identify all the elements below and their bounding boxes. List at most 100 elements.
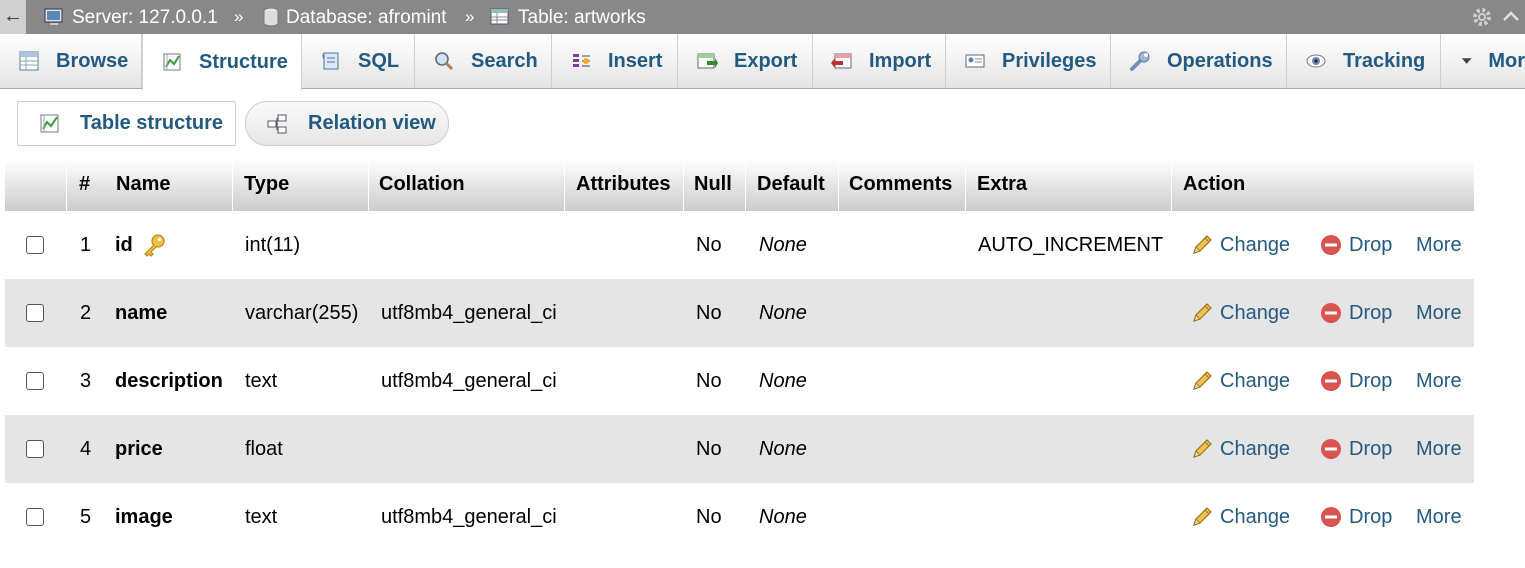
drop-icon bbox=[1321, 235, 1341, 255]
row-column-default: None bbox=[759, 370, 807, 392]
header-column-attributes[interactable]: Attributes bbox=[566, 160, 684, 211]
header-column-collation[interactable]: Collation bbox=[369, 160, 565, 211]
breadcrumb-separator: » bbox=[465, 7, 475, 26]
breadcrumb-database[interactable]: Database: afromint bbox=[262, 0, 447, 34]
drop-icon bbox=[1321, 439, 1341, 459]
column-name-text: description bbox=[115, 370, 223, 392]
more-label: More bbox=[1416, 233, 1462, 256]
tab-sql[interactable]: SQL bbox=[302, 34, 415, 88]
privileges-icon bbox=[965, 54, 985, 68]
tab-more[interactable]: Mor bbox=[1441, 34, 1525, 88]
row-column-default: None bbox=[759, 234, 807, 256]
row-column-type: int(11) bbox=[245, 234, 301, 256]
table-row: 2 name varchar(255) utf8mb4_general_ci N… bbox=[5, 279, 1474, 347]
tab-tracking-label: Tracking bbox=[1343, 49, 1426, 72]
header-column-extra[interactable]: Extra bbox=[967, 160, 1172, 211]
change-action[interactable]: Change bbox=[1190, 347, 1290, 415]
subtab-table-structure[interactable]: Table structure bbox=[17, 101, 236, 146]
tab-search-label: Search bbox=[471, 49, 538, 72]
pencil-icon bbox=[1193, 303, 1212, 322]
tab-sql-label: SQL bbox=[358, 49, 400, 72]
change-label: Change bbox=[1220, 301, 1291, 324]
change-action[interactable]: Change bbox=[1190, 211, 1290, 279]
table-header: # Name Type Collation Attributes Null De… bbox=[5, 160, 1474, 211]
drop-action[interactable]: Drop bbox=[1319, 211, 1392, 279]
header-column-type[interactable]: Type bbox=[234, 160, 369, 211]
header-column-default[interactable]: Default bbox=[747, 160, 839, 211]
row-column-type: varchar(255) bbox=[245, 302, 359, 324]
more-action[interactable]: More bbox=[1416, 347, 1462, 415]
tab-insert[interactable]: Insert bbox=[552, 34, 678, 88]
collapse-icon[interactable] bbox=[1500, 5, 1522, 29]
row-column-type: text bbox=[245, 506, 278, 528]
drop-icon bbox=[1321, 303, 1341, 323]
row-column-null: No bbox=[696, 302, 722, 324]
tab-export-label: Export bbox=[734, 49, 798, 72]
tab-browse-label: Browse bbox=[56, 49, 129, 72]
tab-operations[interactable]: Operations bbox=[1111, 34, 1287, 88]
more-action[interactable]: More bbox=[1416, 483, 1462, 551]
tab-privileges[interactable]: Privileges bbox=[946, 34, 1111, 88]
row-column-default: None bbox=[759, 438, 807, 460]
drop-icon bbox=[1321, 507, 1341, 527]
change-action[interactable]: Change bbox=[1190, 483, 1290, 551]
row-select-checkbox[interactable] bbox=[26, 236, 44, 254]
change-label: Change bbox=[1220, 437, 1291, 460]
change-action[interactable]: Change bbox=[1190, 415, 1290, 483]
pencil-icon bbox=[1193, 507, 1212, 526]
more-label: More bbox=[1416, 505, 1462, 528]
row-number: 3 bbox=[80, 370, 92, 392]
more-action[interactable]: More bbox=[1416, 279, 1462, 347]
row-select-checkbox[interactable] bbox=[26, 508, 44, 526]
table-row: 1 id int(11) No None AUTO_INCREMENT Chan… bbox=[5, 211, 1474, 279]
dropdown-triangle-icon bbox=[1461, 58, 1472, 64]
row-number: 5 bbox=[80, 506, 92, 528]
tab-search[interactable]: Search bbox=[415, 34, 552, 88]
settings-gear-icon[interactable] bbox=[1470, 5, 1494, 29]
drop-action[interactable]: Drop bbox=[1319, 483, 1392, 551]
row-column-collation: utf8mb4_general_ci bbox=[381, 506, 557, 528]
more-label: More bbox=[1416, 301, 1462, 324]
tab-more-label: Mor bbox=[1488, 49, 1525, 72]
header-column-name[interactable]: Name bbox=[105, 160, 233, 211]
pencil-icon bbox=[1193, 439, 1212, 458]
row-number: 1 bbox=[80, 234, 92, 256]
row-column-collation: utf8mb4_general_ci bbox=[381, 302, 557, 324]
tab-structure[interactable]: Structure bbox=[142, 34, 302, 90]
insert-icon bbox=[573, 54, 590, 67]
back-arrow-button[interactable]: ← bbox=[0, 0, 26, 34]
row-column-null: No bbox=[696, 370, 722, 392]
row-select-checkbox[interactable] bbox=[26, 304, 44, 322]
server-icon bbox=[44, 8, 63, 25]
column-name-text: image bbox=[115, 506, 173, 528]
drop-action[interactable]: Drop bbox=[1319, 279, 1392, 347]
more-action[interactable]: More bbox=[1416, 415, 1462, 483]
row-column-collation: utf8mb4_general_ci bbox=[381, 370, 557, 392]
tab-export[interactable]: Export bbox=[678, 34, 813, 88]
column-name-text: id bbox=[115, 234, 133, 256]
table-row: 3 description text utf8mb4_general_ci No… bbox=[5, 347, 1474, 415]
tab-browse[interactable]: Browse bbox=[0, 34, 142, 88]
row-column-type: float bbox=[245, 438, 283, 460]
tab-privileges-label: Privileges bbox=[1002, 49, 1097, 72]
header-column-comments[interactable]: Comments bbox=[839, 160, 966, 211]
drop-action[interactable]: Drop bbox=[1319, 347, 1392, 415]
change-label: Change bbox=[1220, 505, 1291, 528]
row-column-extra: AUTO_INCREMENT bbox=[978, 234, 1164, 256]
row-select-checkbox[interactable] bbox=[26, 372, 44, 390]
change-action[interactable]: Change bbox=[1190, 279, 1290, 347]
row-column-name: name bbox=[115, 279, 167, 347]
breadcrumb-server[interactable]: Server: 127.0.0.1 bbox=[44, 0, 218, 34]
more-action[interactable]: More bbox=[1416, 211, 1462, 279]
tab-tracking[interactable]: Tracking bbox=[1287, 34, 1441, 88]
row-select-checkbox[interactable] bbox=[26, 440, 44, 458]
row-column-type: text bbox=[245, 370, 278, 392]
drop-label: Drop bbox=[1349, 301, 1393, 324]
subtab-relation-view[interactable]: Relation view bbox=[245, 101, 449, 146]
change-label: Change bbox=[1220, 233, 1291, 256]
drop-action[interactable]: Drop bbox=[1319, 415, 1392, 483]
header-column-null[interactable]: Null bbox=[684, 160, 746, 211]
breadcrumb-table[interactable]: Table: artworks bbox=[490, 0, 646, 34]
tab-import[interactable]: Import bbox=[813, 34, 946, 88]
breadcrumb-table-label: Table: artworks bbox=[518, 6, 646, 28]
